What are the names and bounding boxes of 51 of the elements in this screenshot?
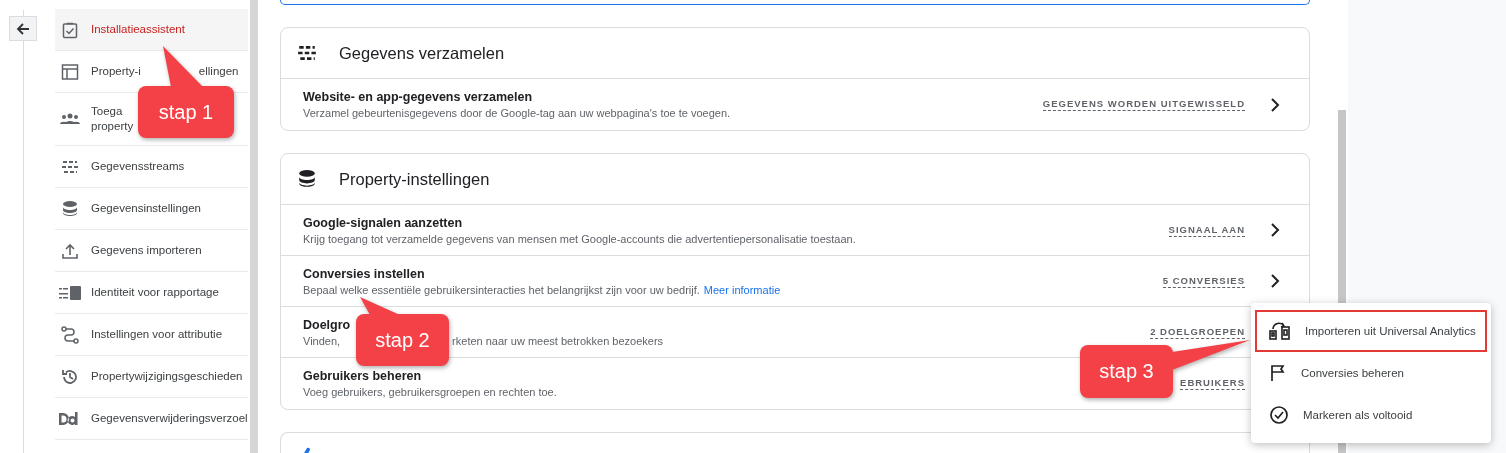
database-icon bbox=[297, 169, 317, 189]
step-tooltip: stap 2 bbox=[356, 297, 449, 366]
chevron-right-icon[interactable] bbox=[1269, 273, 1281, 289]
clipboard-check-icon bbox=[61, 20, 79, 39]
sidebar-item[interactable]: Gegevensverwijderingsverzoel bbox=[55, 398, 248, 440]
letters-icon bbox=[59, 411, 81, 426]
menu-item[interactable]: Importeren uit Universal Analytics bbox=[1255, 310, 1487, 352]
row-description: Voeg gebruikers, gebruikersgroepen en rechten toe. bbox=[303, 386, 557, 398]
sidebar-item[interactable]: Gegevens importeren bbox=[55, 230, 248, 272]
sidebar-item[interactable]: Gegevensstreams bbox=[55, 146, 248, 188]
flag-icon bbox=[1269, 364, 1287, 382]
row-title: Google-signalen aanzetten bbox=[303, 215, 463, 230]
row-title: Conversies instellen bbox=[303, 266, 425, 281]
route-icon bbox=[61, 325, 79, 344]
sidebar-item[interactable]: Gegevensinstellingen bbox=[55, 188, 248, 230]
layout-icon bbox=[61, 62, 79, 81]
status-link[interactable]: SIGNAAL AAN bbox=[1168, 223, 1245, 237]
import-icon bbox=[1269, 321, 1291, 341]
sidebar-item[interactable]: Identiteit voor rapportage bbox=[55, 272, 248, 314]
row-description: Bepaal welke essentiële gebruikersinteracties het belangrijkst zijn voor uw bedrijf. bbox=[303, 283, 700, 296]
status-link[interactable]: 2 DOELGROEPEN bbox=[1150, 325, 1245, 339]
row-description: Krijg toegang tot verzamelde gegevens van mensen met Google-accounts die advertentiepersonalisatie toestaan. bbox=[303, 232, 856, 245]
row-description: Vinden, bbox=[303, 334, 341, 347]
database-icon bbox=[61, 199, 79, 218]
card-title: Property-instellingen bbox=[339, 169, 490, 189]
streams-icon bbox=[61, 158, 79, 175]
row-title: Gebruikers beheren bbox=[303, 369, 422, 383]
sidebar-item[interactable]: Installatieassistent bbox=[55, 9, 248, 51]
sidebar-item[interactable]: Propertywijzigingsgeschieden bbox=[55, 356, 248, 398]
back-button[interactable] bbox=[9, 16, 37, 41]
chevron-right-icon[interactable] bbox=[1269, 222, 1281, 238]
sidebar-item[interactable]: Instellingen voor attributie bbox=[55, 314, 248, 356]
back-arrow-icon bbox=[15, 20, 31, 37]
row-description: Verzamel gebeurtenisgegevens door de Google-tag aan uw webpagina's toe te voegen. bbox=[303, 107, 731, 119]
people-icon bbox=[60, 113, 80, 125]
menu-item[interactable]: Conversies beheren bbox=[1255, 352, 1487, 394]
row-description: rketen naar uw meest betrokken bezoekers bbox=[452, 334, 664, 347]
menu-item[interactable]: Markeren als voltooid bbox=[1255, 394, 1487, 436]
row-title: Doelgro bbox=[303, 317, 351, 332]
check-circle-icon bbox=[1269, 405, 1289, 425]
history-icon bbox=[61, 367, 79, 386]
upload-icon bbox=[61, 241, 79, 260]
more-info-link[interactable]: Meer informatie bbox=[703, 283, 781, 296]
id-card-icon bbox=[59, 285, 81, 300]
status-link[interactable]: 5 CONVERSIES bbox=[1162, 274, 1245, 288]
status-link[interactable]: GEGEVENS WORDEN UITGEWISSELD bbox=[1042, 98, 1245, 111]
chevron-right-icon[interactable] bbox=[1269, 96, 1281, 113]
streams-icon bbox=[297, 44, 317, 62]
card-title: Gegevens verzamelen bbox=[339, 43, 505, 63]
status-link[interactable]: EBRUIKERS bbox=[1180, 377, 1245, 390]
row-title: Website- en app-gegevens verzamelen bbox=[303, 90, 533, 104]
